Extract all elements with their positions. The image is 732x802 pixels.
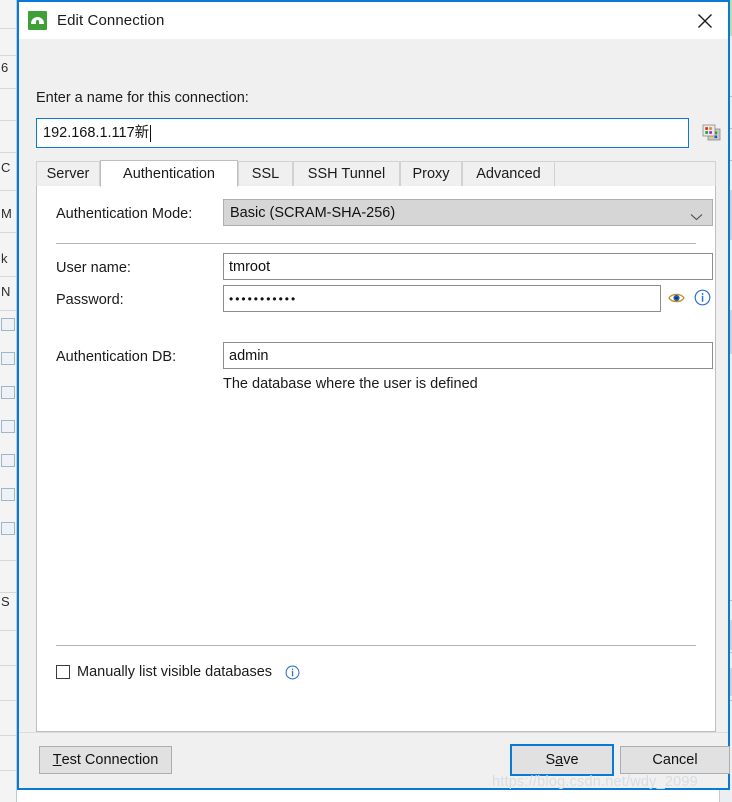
manually-list-databases-label[interactable]: Manually list visible databases bbox=[77, 664, 272, 680]
background-row-divider bbox=[0, 276, 16, 277]
background-text-fragment: 6 bbox=[1, 60, 9, 75]
background-row-divider bbox=[0, 152, 16, 153]
chevron-down-icon bbox=[690, 209, 703, 225]
username-input[interactable]: tmroot bbox=[223, 253, 713, 280]
section-divider-top bbox=[56, 243, 696, 244]
connection-name-label: Enter a name for this connection: bbox=[36, 90, 249, 106]
info-circle-icon[interactable] bbox=[285, 665, 300, 680]
background-text-fragment: C bbox=[1, 160, 11, 175]
background-list-glyph bbox=[1, 318, 15, 331]
tab-ssl[interactable]: SSL bbox=[238, 161, 293, 186]
background-row-divider bbox=[0, 630, 16, 631]
background-text-fragment: S bbox=[1, 594, 10, 609]
background-row-divider bbox=[0, 770, 16, 771]
info-circle-icon[interactable] bbox=[694, 289, 711, 306]
connection-tabs: Server Authentication SSL SSH Tunnel Pro… bbox=[36, 160, 716, 187]
tab-authentication[interactable]: Authentication bbox=[100, 160, 238, 187]
authentication-db-hint: The database where the user is defined bbox=[223, 376, 478, 392]
dialog-body: Enter a name for this connection: 192.16… bbox=[19, 39, 730, 788]
save-button[interactable]: Sa ve bbox=[510, 744, 614, 776]
background-text-fragment: N bbox=[1, 284, 11, 299]
tab-proxy[interactable]: Proxy bbox=[400, 161, 462, 186]
background-row-divider bbox=[0, 232, 16, 233]
password-input[interactable]: ••••••••••• bbox=[223, 285, 661, 312]
cancel-button[interactable]: Cancel bbox=[620, 746, 730, 774]
background-row-divider bbox=[0, 120, 16, 121]
background-row-divider bbox=[0, 55, 16, 56]
username-label: User name: bbox=[56, 260, 131, 276]
close-icon[interactable] bbox=[682, 2, 728, 39]
test-connection-mnemonic: T bbox=[52, 752, 62, 768]
edit-connection-dialog: Edit Connection Enter a name for this co… bbox=[17, 0, 730, 790]
connection-name-value: 192.168.1.117新 bbox=[43, 125, 150, 141]
eye-icon[interactable] bbox=[668, 291, 685, 305]
dialog-titlebar: Edit Connection bbox=[19, 2, 728, 39]
authentication-db-input[interactable]: admin bbox=[223, 342, 713, 369]
background-list-glyph bbox=[1, 522, 15, 535]
connection-name-row: 192.168.1.117新 bbox=[36, 118, 721, 148]
background-text-fragment: k bbox=[1, 251, 8, 266]
password-value: ••••••••••• bbox=[229, 291, 298, 306]
background-row-divider bbox=[0, 560, 16, 561]
save-label-rest: ve bbox=[563, 752, 579, 768]
authentication-panel: Authentication Mode: Basic (SCRAM-SHA-25… bbox=[36, 186, 716, 732]
manually-list-databases-checkbox[interactable] bbox=[56, 665, 70, 679]
background-list-glyph bbox=[1, 420, 15, 433]
connection-name-input[interactable]: 192.168.1.117新 bbox=[36, 118, 689, 148]
background-row-divider bbox=[0, 88, 16, 89]
watermark-text: https://blog.csdn.net/wdy_2099 bbox=[492, 774, 698, 790]
mongodb-leaf-icon bbox=[28, 11, 47, 30]
background-row-divider bbox=[0, 665, 16, 666]
background-row-divider bbox=[0, 28, 16, 29]
save-mnemonic: a bbox=[555, 752, 564, 768]
background-list-glyph bbox=[1, 454, 15, 467]
background-row-divider bbox=[0, 700, 16, 701]
background-text-fragment: M bbox=[1, 206, 12, 221]
text-caret bbox=[150, 124, 152, 142]
background-list-glyph bbox=[1, 352, 15, 365]
dialog-title: Edit Connection bbox=[57, 12, 165, 29]
background-list-glyph bbox=[1, 386, 15, 399]
authentication-db-value: admin bbox=[229, 347, 269, 364]
authentication-mode-value: Basic (SCRAM-SHA-256) bbox=[230, 204, 396, 221]
test-connection-label: est Connection bbox=[61, 752, 159, 768]
tab-server[interactable]: Server bbox=[36, 161, 100, 186]
tab-ssh-tunnel[interactable]: SSH Tunnel bbox=[293, 161, 400, 186]
background-row-divider bbox=[0, 310, 16, 311]
background-row-divider bbox=[0, 190, 16, 191]
authentication-mode-label: Authentication Mode: bbox=[56, 206, 193, 222]
color-swatch-icon[interactable] bbox=[701, 124, 722, 143]
authentication-mode-select[interactable]: Basic (SCRAM-SHA-256) bbox=[223, 199, 713, 226]
section-divider-bottom bbox=[56, 645, 696, 646]
tab-advanced[interactable]: Advanced bbox=[462, 161, 555, 186]
manually-list-databases-row: Manually list visible databases bbox=[56, 662, 300, 682]
background-list-glyph bbox=[1, 488, 15, 501]
background-row-divider bbox=[0, 592, 16, 593]
password-label: Password: bbox=[56, 292, 124, 308]
background-row-divider bbox=[0, 735, 16, 736]
test-connection-button[interactable]: Test Connection bbox=[39, 746, 172, 774]
authentication-db-label: Authentication DB: bbox=[56, 349, 177, 365]
username-value: tmroot bbox=[229, 258, 271, 275]
save-label-pre: S bbox=[545, 752, 556, 768]
